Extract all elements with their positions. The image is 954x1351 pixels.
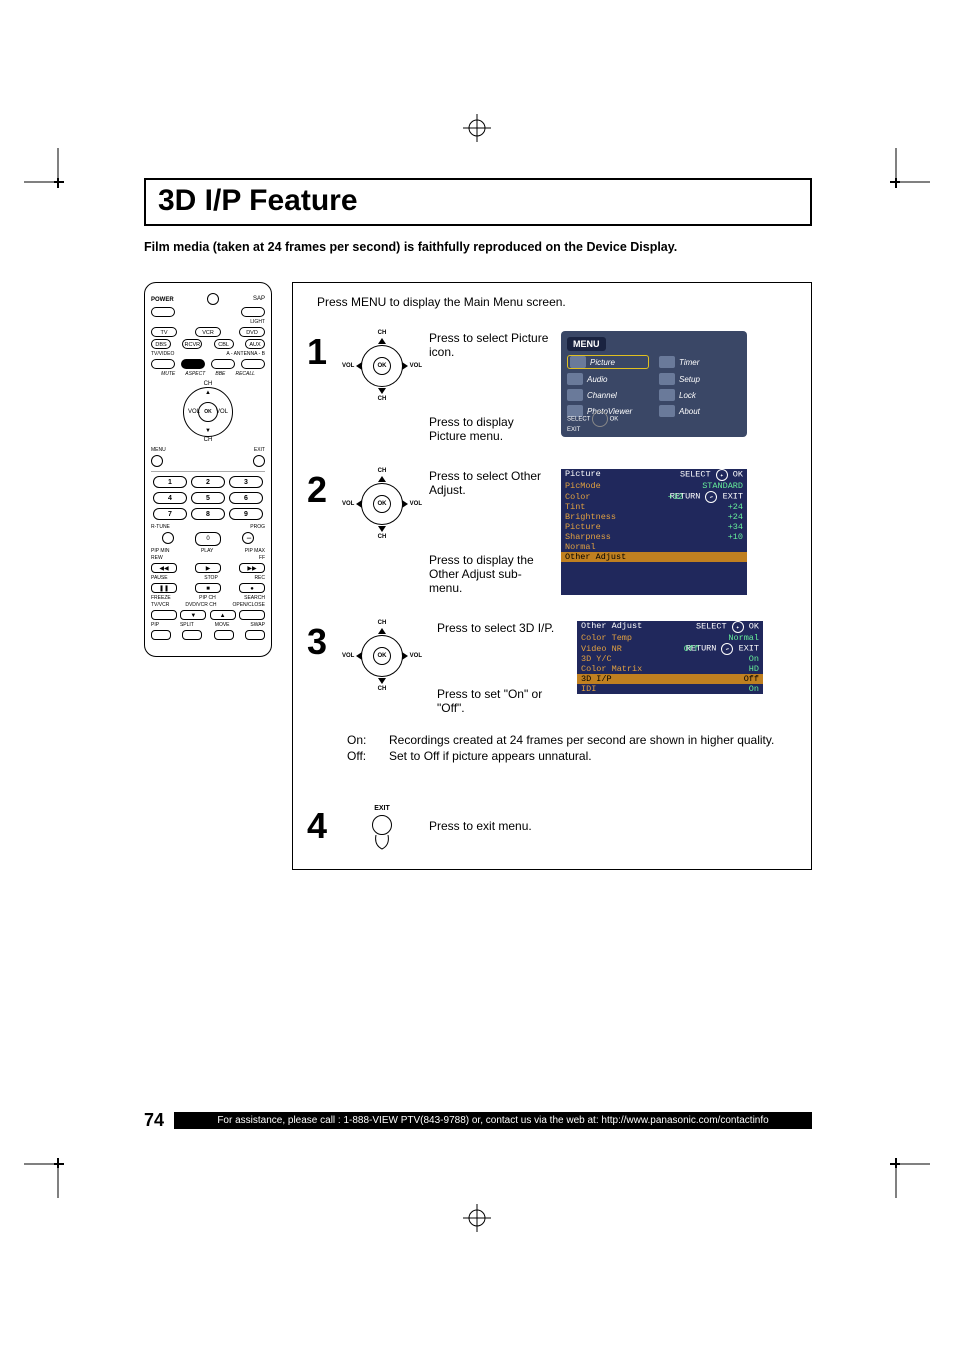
remote-numpad: 123 456 789 [153, 476, 263, 520]
remote-dpad: ▲▼ VOL VOL OK [183, 387, 233, 437]
exit-button-icon: EXIT [347, 805, 417, 851]
remote-aux-btn: AUX [245, 339, 265, 349]
remote-menu-label: MENU [151, 447, 166, 453]
remote-diagram: POWER SAP LIGHT TV VCR DVD DBS RCVR CBL A… [144, 282, 272, 657]
remote-tvvideo-label: TV/VIDEO [151, 351, 174, 357]
steps-panel: Press MENU to display the Main Menu scre… [292, 282, 812, 870]
step-4-text: Press to exit menu. [429, 819, 549, 833]
remote-btn-b [181, 359, 205, 369]
step-4: 4 EXIT Press to exit menu. [307, 805, 797, 851]
remote-aspect-label: ASPECT [185, 371, 205, 377]
remote-freeze-btn [151, 610, 177, 620]
remote-split-btn [182, 630, 202, 640]
remote-dvd-btn: DVD [239, 327, 265, 337]
dpad-icon: OK CHCH VOLVOL [347, 469, 417, 539]
remote-mute-label: MUTE [161, 371, 175, 377]
remote-search-btn [239, 610, 265, 620]
step-1-text-2: Press to display Picture menu. [429, 415, 549, 443]
step-1-number: 1 [307, 331, 335, 443]
remote-dbs-btn: DBS [151, 339, 171, 349]
remote-sap-label: SAP [253, 296, 265, 302]
remote-swap-btn [245, 630, 265, 640]
remote-led [207, 293, 219, 305]
step-4-number: 4 [307, 805, 335, 851]
remote-play-btn: ▶ [195, 563, 221, 573]
remote-ff-btn: ▶▶ [239, 563, 265, 573]
dpad-icon: OK CHCH VOLVOL [347, 331, 417, 401]
crop-mark-bl [24, 1150, 72, 1203]
remote-pause-btn: ❚❚ [151, 583, 177, 593]
remote-rcvr-btn: RCVR [182, 339, 202, 349]
step-2-number: 2 [307, 469, 335, 595]
remote-prog-btn: − [242, 532, 254, 544]
remote-recall-label: RECALL [235, 371, 254, 377]
remote-prog-label: PROG [250, 524, 265, 530]
step-1-text-1: Press to select Picture icon. [429, 331, 549, 359]
remote-rew-btn: ◀◀ [151, 563, 177, 573]
remote-power-label: POWER [151, 297, 174, 303]
remote-rtune-label: R-TUNE [151, 524, 170, 530]
remote-btn-d [241, 359, 265, 369]
remote-rtune-btn [162, 532, 174, 544]
remote-power-btn [151, 307, 175, 317]
remote-menu-btn [151, 455, 163, 467]
remote-move-btn [214, 630, 234, 640]
remote-exit-label: EXIT [254, 447, 265, 453]
crop-mark-br [882, 1150, 930, 1203]
remote-sap-btn [241, 307, 265, 317]
step-1: 1 OK CHCH VOLVOL Press to select Picture… [307, 331, 797, 443]
picture-menu-osd: Picture SELECT ✦ OK PicModeSTANDARD RETU… [561, 469, 747, 595]
remote-light-label: LIGHT [151, 319, 265, 325]
remote-btn-c [211, 359, 235, 369]
registration-mark-bottom [463, 1204, 491, 1237]
remote-bbe-label: BBE [215, 371, 225, 377]
remote-pipch-up-btn: ▲ [210, 610, 236, 620]
page-title: 3D I/P Feature [158, 184, 798, 218]
remote-tv-btn: TV [151, 327, 177, 337]
step-3: 3 OK CHCH VOLVOL [307, 621, 797, 765]
main-menu-screenshot: MENU Picture Timer Audio Setup Channel L… [561, 331, 747, 437]
remote-btn-a [151, 359, 175, 369]
on-off-description: On:Recordings created at 24 frames per s… [347, 733, 797, 763]
subtitle: Film media (taken at 24 frames per secon… [144, 240, 812, 254]
step-2-text-1: Press to select Other Adjust. [429, 469, 549, 497]
step-3-number: 3 [307, 621, 335, 765]
crop-mark-tr [882, 148, 930, 201]
remote-stop-btn: ■ [195, 583, 221, 593]
remote-exit-btn [253, 455, 265, 467]
step-3-text-1: Press to select 3D I/P. [437, 621, 557, 635]
crop-mark-tl [24, 148, 72, 201]
intro-text: Press MENU to display the Main Menu scre… [307, 295, 797, 309]
remote-antenna-label: A - ANTENNA - B [226, 351, 265, 357]
remote-ch-down-label: CH [204, 437, 213, 443]
remote-pip-btn [151, 630, 171, 640]
remote-rec-btn: ● [239, 583, 265, 593]
footer-bar: For assistance, please call : 1-888-VIEW… [174, 1112, 812, 1129]
step-3-text-2: Press to set "On" or "Off". [437, 687, 557, 715]
title-box: 3D I/P Feature [144, 178, 812, 226]
remote-vcr-btn: VCR [195, 327, 221, 337]
step-2-text-2: Press to display the Other Adjust sub-me… [429, 553, 549, 595]
step-2: 2 OK CHCH VOLVOL Press to select Other A… [307, 469, 797, 595]
remote-pipch-down-btn: ▼ [180, 610, 206, 620]
page-number: 74 [144, 1110, 164, 1131]
remote-cbl-btn: CBL [214, 339, 234, 349]
other-adjust-osd: Other Adjust SELECT ✦ OK Color TempNorma… [577, 621, 763, 694]
page-footer: 74 For assistance, please call : 1-888-V… [144, 1110, 812, 1131]
dpad-icon: OK CHCH VOLVOL [347, 621, 417, 691]
registration-mark-top [463, 114, 491, 147]
